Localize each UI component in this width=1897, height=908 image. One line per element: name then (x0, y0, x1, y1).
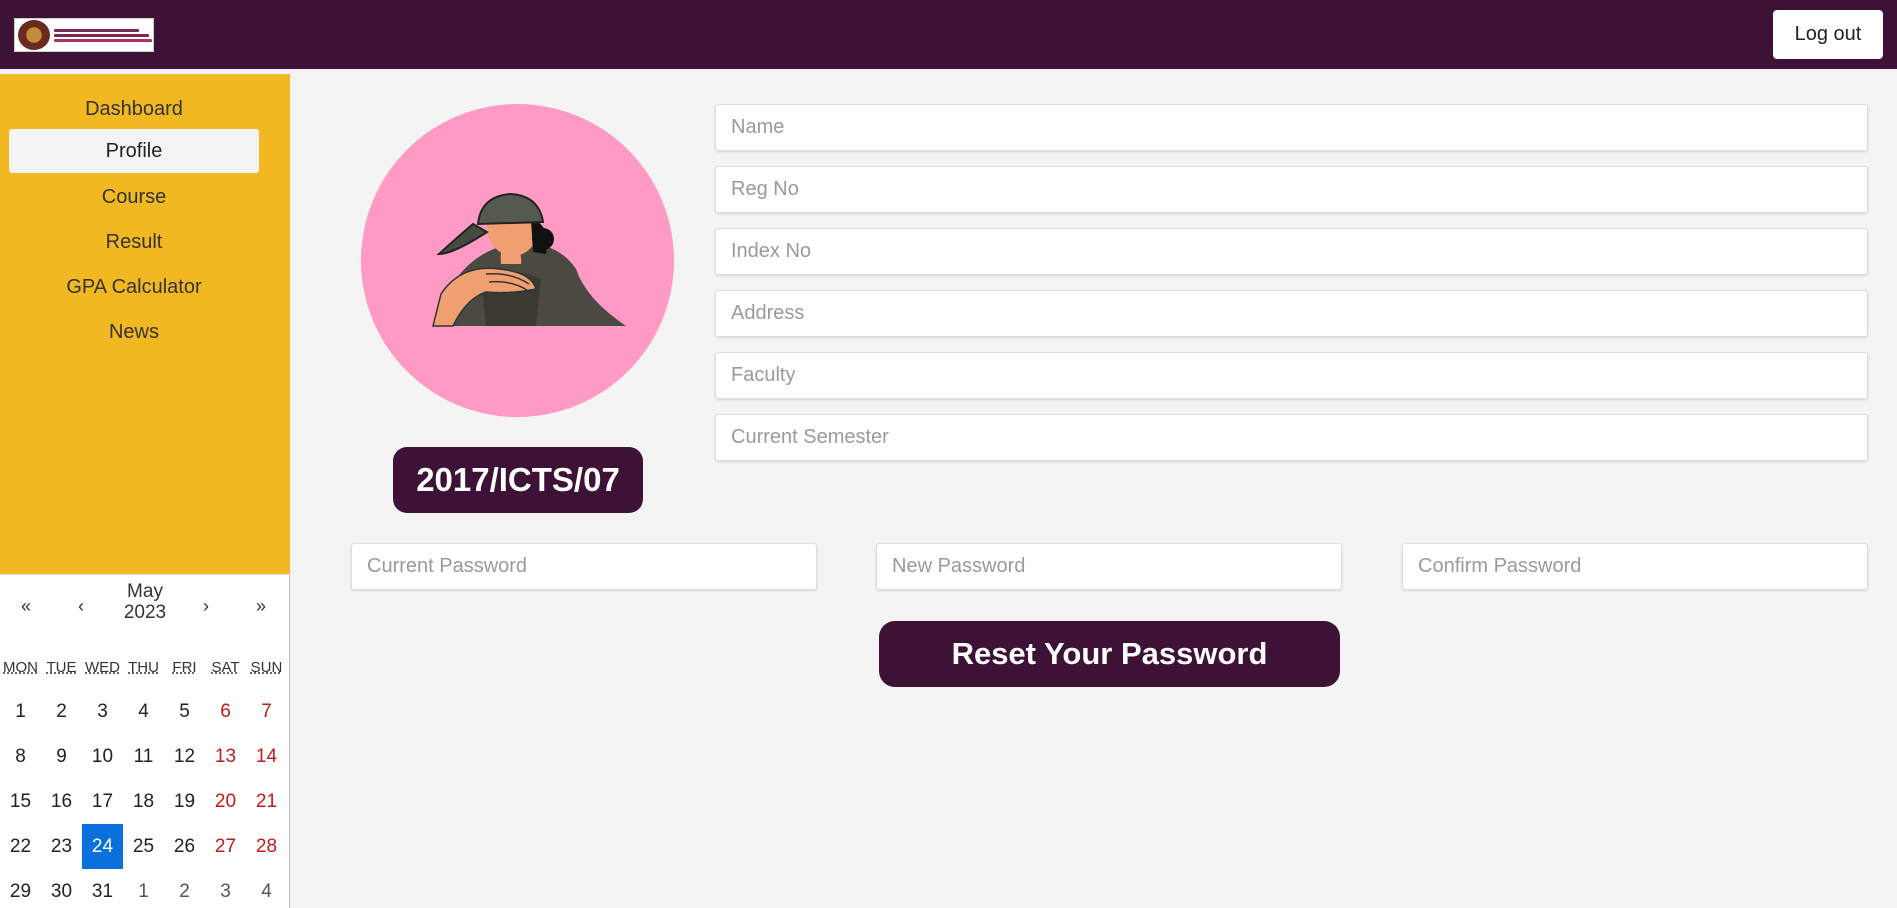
first-month-icon[interactable]: « (21, 596, 31, 617)
sidebar-item-gpa-calculator[interactable]: GPA Calculator (9, 265, 259, 309)
calendar-day[interactable]: 28 (246, 824, 287, 869)
calendar-day[interactable]: 4 (123, 689, 164, 734)
calendar-year: 2023 (123, 602, 167, 623)
calendar-month: May (127, 581, 163, 602)
calendar-day[interactable]: 12 (164, 734, 205, 779)
faculty-field[interactable] (715, 352, 1868, 399)
calendar-day[interactable]: 2 (164, 869, 205, 908)
confirm-password-field[interactable] (1402, 543, 1868, 590)
last-month-icon[interactable]: » (256, 596, 266, 617)
name-field[interactable] (715, 104, 1868, 151)
calendar-day[interactable]: 1 (0, 689, 41, 734)
calendar-day[interactable]: 21 (246, 779, 287, 824)
reset-password-button[interactable]: Reset Your Password (879, 621, 1340, 687)
weekday-label: THU (128, 659, 159, 676)
sidebar-item-profile[interactable]: Profile (9, 129, 259, 173)
index-no-field[interactable] (715, 228, 1868, 275)
new-password-field[interactable] (876, 543, 1342, 590)
calendar-day[interactable]: 10 (82, 734, 123, 779)
calendar-day[interactable]: 5 (164, 689, 205, 734)
weekday-label: WED (85, 659, 120, 676)
calendar-day[interactable]: 23 (41, 824, 82, 869)
weekday-label: SAT (211, 659, 240, 676)
sidebar-item-dashboard[interactable]: Dashboard (9, 87, 259, 131)
calendar-day[interactable]: 7 (246, 689, 287, 734)
sidebar-item-news[interactable]: News (9, 310, 259, 354)
calendar-day[interactable]: 24 (82, 824, 123, 869)
calendar-day[interactable]: 18 (123, 779, 164, 824)
previous-month-icon[interactable]: ‹ (78, 596, 84, 617)
avatar-illustration (432, 192, 626, 327)
current-semester-field[interactable] (715, 414, 1868, 461)
calendar-day[interactable]: 31 (82, 869, 123, 908)
address-field[interactable] (715, 290, 1868, 337)
calendar-day[interactable]: 11 (123, 734, 164, 779)
university-seal-icon (18, 20, 50, 50)
sidebar: Dashboard Profile Course Result GPA Calc… (0, 74, 290, 574)
logout-button[interactable]: Log out (1773, 10, 1883, 59)
reg-no-field[interactable] (715, 166, 1868, 213)
calendar-day[interactable]: 14 (246, 734, 287, 779)
calendar-navigation: « ‹ May 2023 › » (0, 581, 290, 631)
next-month-icon[interactable]: › (203, 596, 209, 617)
calendar-day[interactable]: 8 (0, 734, 41, 779)
weekday-label: MON (3, 659, 38, 676)
sidebar-item-result[interactable]: Result (9, 220, 259, 264)
calendar-day[interactable]: 29 (0, 869, 41, 908)
calendar: « ‹ May 2023 › » MON TUE WED THU FRI SAT SUN 1 2… (0, 574, 290, 908)
calendar-day[interactable]: 13 (205, 734, 246, 779)
logo-wordmark (54, 28, 152, 42)
calendar-day[interactable]: 3 (82, 689, 123, 734)
calendar-day[interactable]: 20 (205, 779, 246, 824)
calendar-day[interactable]: 15 (0, 779, 41, 824)
calendar-day[interactable]: 26 (164, 824, 205, 869)
calendar-day[interactable]: 1 (123, 869, 164, 908)
calendar-day[interactable]: 16 (41, 779, 82, 824)
calendar-day[interactable]: 22 (0, 824, 41, 869)
calendar-day[interactable]: 27 (205, 824, 246, 869)
current-password-field[interactable] (351, 543, 817, 590)
sidebar-item-course[interactable]: Course (9, 175, 259, 219)
calendar-day[interactable]: 25 (123, 824, 164, 869)
calendar-day[interactable]: 9 (41, 734, 82, 779)
profile-avatar (361, 104, 674, 417)
calendar-day[interactable]: 17 (82, 779, 123, 824)
calendar-day[interactable]: 19 (164, 779, 205, 824)
calendar-day[interactable]: 4 (246, 869, 287, 908)
calendar-day[interactable]: 3 (205, 869, 246, 908)
calendar-day[interactable]: 6 (205, 689, 246, 734)
weekday-label: SUN (250, 659, 283, 676)
calendar-month-year[interactable]: May 2023 (100, 581, 190, 623)
top-navbar: Log out (0, 0, 1897, 69)
reg-no-badge: 2017/ICTS/07 (393, 447, 643, 513)
calendar-day[interactable]: 30 (41, 869, 82, 908)
weekday-label: TUE (46, 659, 77, 676)
weekday-label: FRI (172, 659, 197, 676)
calendar-day[interactable]: 2 (41, 689, 82, 734)
university-logo[interactable] (14, 18, 154, 52)
